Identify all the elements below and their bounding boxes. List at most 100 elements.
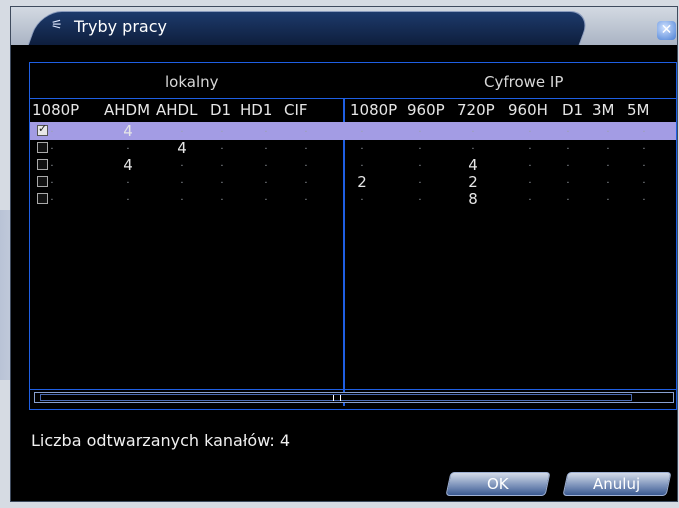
table-cell: . [360,124,364,135]
table-cell: . [566,192,570,203]
horizontal-scrollbar[interactable] [30,389,676,405]
table-cell: . [126,175,130,186]
dialog-content: lokalny Cyfrowe IP 1080P AHDM AHDL D1 HD1 CIF… [11,45,677,501]
dialog-title: Tryby pracy [74,17,167,36]
table-cell: . [50,158,54,169]
table-cell: . [642,124,646,135]
column-header-local: AHDL [156,101,198,119]
table-cell: . [606,158,610,169]
table-cell: . [220,158,224,169]
scroll-grip-icon [333,395,341,401]
table-row[interactable]: ✓. 4........... [30,122,676,140]
table-cell: . [180,124,184,135]
table-cell: . [418,158,422,169]
table-cell: . [642,192,646,203]
table-cell: 8 [468,190,478,208]
table-cell: . [180,192,184,203]
column-header-ip: 960P [407,101,445,119]
table-cell: . [50,141,54,152]
table-cell: . [566,158,570,169]
scroll-thumb[interactable] [40,394,632,401]
table-cell: . [50,192,54,203]
table-cell: . [642,141,646,152]
column-header-ip: D1 [562,101,584,119]
table-cell: . [471,124,475,135]
table-cell: . [304,124,308,135]
table-cell: 4 [177,139,187,157]
table-cell: . [304,192,308,203]
cancel-button-label: Anuluj [593,475,641,493]
ok-button-label: OK [487,475,509,493]
table-cell: . [360,192,364,203]
table-cell: . [220,192,224,203]
table-cell: . [220,124,224,135]
table-cell: . [528,141,532,152]
table-cell: . [50,175,54,186]
column-header-local: D1 [210,101,232,119]
table-cell: . [360,158,364,169]
title-bar[interactable]: ⚟ Tryby pracy ✕ [11,7,677,50]
table-cell: . [606,141,610,152]
table-cell: . [360,141,364,152]
table-cell: . [126,192,130,203]
column-header-local: AHDM [104,101,151,119]
table-cell: . [418,141,422,152]
table-cell: . [642,175,646,186]
table-cell: . [264,158,268,169]
table-cell: . [418,175,422,186]
column-header-ip: 3M [592,101,615,119]
table-cell: 2 [468,173,478,191]
table-cell: . [220,141,224,152]
table-cell: 4 [123,122,133,140]
table-cell: . [528,158,532,169]
table-cell: . [264,175,268,186]
work-modes-dialog: ⚟ Tryby pracy ✕ lokalny Cyfrowe IP 1080P… [10,6,678,502]
table-cell: . [126,141,130,152]
group-local-label: lokalny [165,73,219,91]
table-cell: . [304,141,308,152]
table-cell: . [304,175,308,186]
table-cell: . [606,175,610,186]
column-header-ip: 960H [508,101,548,119]
table-row[interactable]: ........ 8.... [30,190,676,208]
close-button[interactable]: ✕ [657,21,676,40]
ok-button[interactable]: OK [445,472,551,496]
table-cell: . [220,175,224,186]
table-cell: 2 [357,173,367,191]
table-cell: . [566,141,570,152]
cancel-button[interactable]: Anuluj [562,472,672,496]
table-cell: . [642,158,646,169]
column-header-ip: 5M [627,101,650,119]
table-cell: 4 [123,156,133,174]
table-cell: . [528,124,532,135]
table-row[interactable]: ...... 2. 2.... [30,173,676,191]
scroll-track[interactable] [34,392,674,403]
table-cell: . [418,192,422,203]
group-ip-label: Cyfrowe IP [484,73,564,91]
table-cell: . [180,175,184,186]
table-cell: . [418,124,422,135]
table-cell: . [606,192,610,203]
table-cell: 4 [468,156,478,174]
table-cell: . [528,175,532,186]
column-header-row: 1080P AHDM AHDL D1 HD1 CIF 1080P 960P 720P 960H D1… [30,98,676,123]
table-cell: . [304,158,308,169]
table-cell: . [264,192,268,203]
modes-table: lokalny Cyfrowe IP 1080P AHDM AHDL D1 HD1 CIF… [29,62,677,410]
table-row[interactable]: . 4...... 4.... [30,156,676,174]
table-cell: . [606,124,610,135]
table-cell: . [264,124,268,135]
column-header-ip: 1080P [350,101,398,119]
table-cell: . [566,175,570,186]
table-cell: . [528,192,532,203]
title-icon: ⚟ [51,18,63,33]
column-header-local: 1080P [32,101,80,119]
column-header-local: CIF [284,101,308,119]
table-row[interactable]: .. 4.......... [30,139,676,157]
table-cell: . [471,141,475,152]
table-cell: . [180,158,184,169]
column-header-ip: 720P [457,101,495,119]
table-cell: . [566,124,570,135]
table-cell: . [50,124,54,135]
column-header-local: HD1 [240,101,273,119]
